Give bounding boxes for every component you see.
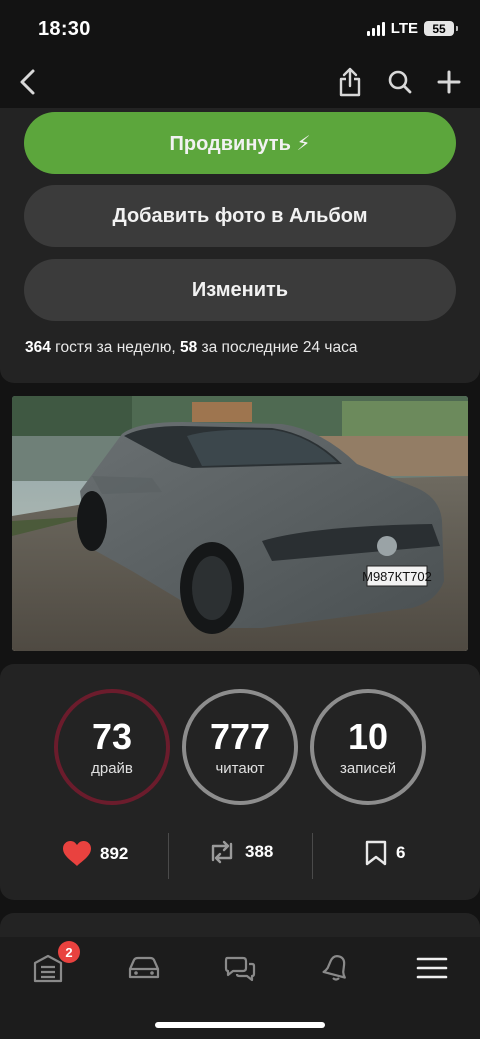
stat-label: читают [215,759,265,777]
tab-menu[interactable] [412,950,452,986]
network-type: LTE [390,20,418,37]
tab-notifications[interactable] [316,950,356,986]
repost-icon [211,840,233,864]
guests-week-text: гостя за неделю, [50,339,180,356]
stat-drive[interactable]: 73 драйв [54,689,170,805]
license-plate: М987КТ702 [362,569,432,584]
stat-label: драйв [91,759,133,777]
share-button[interactable] [332,64,368,100]
stat-posts[interactable]: 10 записей [310,689,426,805]
bookmarks-count: 6 [396,843,406,862]
status-indicators: LTE 55 [366,20,458,37]
guests-day-count: 58 [179,339,198,356]
reposts-count: 388 [245,842,274,861]
chat-icon [224,956,256,982]
plus-icon [437,70,461,94]
bell-icon [322,955,346,981]
back-button[interactable] [10,64,46,100]
heart-icon [63,841,91,866]
stat-value: 10 [347,715,389,757]
stat-value: 73 [91,715,133,757]
bookmark-icon [365,840,387,866]
guests-day-text: за последние 24 часа [197,339,358,356]
tab-cars[interactable] [124,950,164,986]
car-photo-illustration: М987КТ702 [12,396,468,651]
garage-badge: 2 [58,941,80,963]
divider [168,833,169,879]
car-photo[interactable]: М987КТ702 [12,396,468,651]
promote-button[interactable]: Продвинуть ⚡ [24,112,456,174]
bookmark-button[interactable]: 6 [364,840,405,866]
stat-followers[interactable]: 777 читают [182,689,298,805]
guests-week-count: 364 [25,339,51,356]
signal-icon [366,21,385,36]
search-icon [388,70,412,94]
car-icon [128,956,160,979]
menu-icon [416,957,448,979]
add-photo-button[interactable]: Добавить фото в Альбом [24,185,456,247]
likes-count: 892 [100,843,129,863]
battery-icon: 55 [424,21,458,36]
share-icon [339,67,361,97]
chevron-left-icon [20,69,35,95]
status-time: 18:30 [38,18,91,40]
search-button[interactable] [382,64,418,100]
add-button[interactable] [431,64,467,100]
home-indicator[interactable] [155,1022,325,1028]
edit-button[interactable]: Изменить [24,259,456,321]
repost-button[interactable]: 388 [207,840,273,864]
guests-summary: 364 гостя за неделю, 58 за последние 24 … [25,339,357,357]
tab-messages[interactable] [220,950,260,986]
like-button[interactable]: 892 [62,840,128,867]
divider [312,833,313,879]
stat-value: 777 [209,715,271,757]
stat-label: записей [340,759,396,777]
